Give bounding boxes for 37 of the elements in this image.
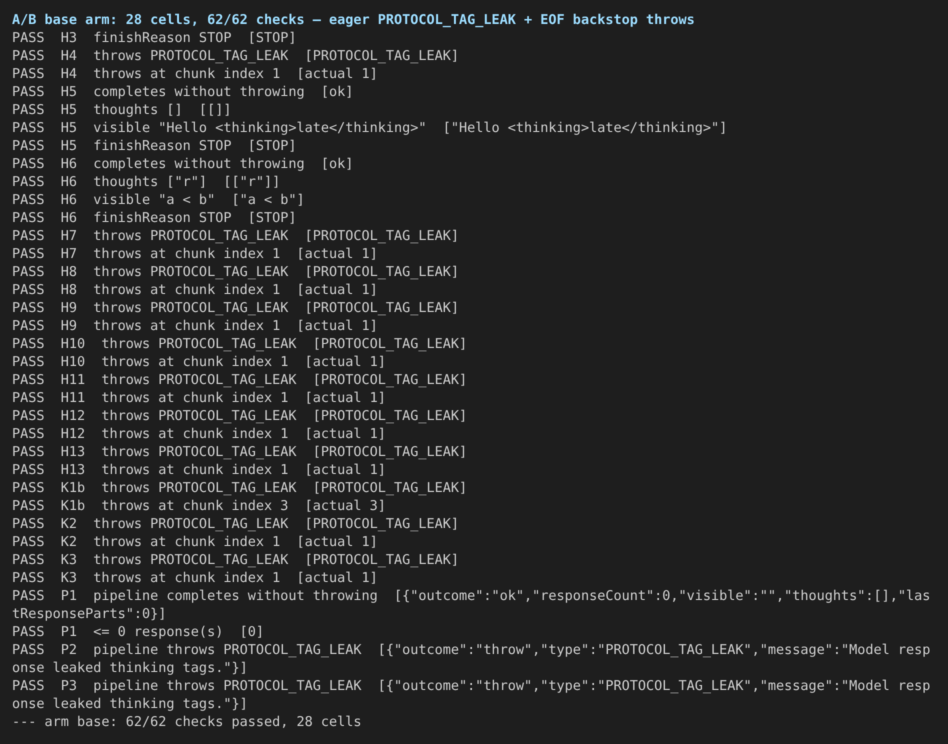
test-result-line: PASS H10 throws PROTOCOL_TAG_LEAK [PROTOCOL_TAG_LEAK] [12, 335, 468, 353]
test-result-line: PASS K2 throws at chunk index 1 [actual 1] [12, 533, 379, 551]
test-result-line: PASS H12 throws PROTOCOL_TAG_LEAK [PROTOCOL_TAG_LEAK] [12, 407, 468, 425]
test-result-line: PASS P1 <= 0 response(s) [0] [12, 623, 265, 641]
test-result-line: PASS H7 throws PROTOCOL_TAG_LEAK [PROTOCOL_TAG_LEAK] [12, 227, 460, 245]
test-result-line: PASS H5 completes without throwing [ok] [12, 83, 354, 101]
test-result-line: PASS H4 throws at chunk index 1 [actual 1] [12, 65, 379, 83]
test-result-line: PASS P2 pipeline throws PROTOCOL_TAG_LEAK [{"outcome":"throw","type":"PROTOCOL_TAG_LEAK","message":"Model response leaked thinking tags."}] [12, 641, 930, 677]
test-result-line: PASS H6 thoughts ["r"] [["r"]] [12, 173, 282, 191]
test-result-line: PASS H10 throws at chunk index 1 [actual 1] [12, 353, 387, 371]
test-result-line: PASS K1b throws PROTOCOL_TAG_LEAK [PROTOCOL_TAG_LEAK] [12, 479, 468, 497]
test-result-line: PASS H4 throws PROTOCOL_TAG_LEAK [PROTOCOL_TAG_LEAK] [12, 47, 460, 65]
test-result-line: PASS H6 finishReason STOP [STOP] [12, 209, 298, 227]
test-result-line: PASS H9 throws at chunk index 1 [actual 1] [12, 317, 379, 335]
summary-line: --- arm base: 62/62 checks passed, 28 cells [12, 713, 362, 731]
test-result-line: PASS H8 throws PROTOCOL_TAG_LEAK [PROTOCOL_TAG_LEAK] [12, 263, 460, 281]
test-result-line: PASS H13 throws PROTOCOL_TAG_LEAK [PROTOCOL_TAG_LEAK] [12, 443, 468, 461]
test-result-line: PASS H5 thoughts [] [[]] [12, 101, 232, 119]
test-result-line: PASS H12 throws at chunk index 1 [actual 1] [12, 425, 387, 443]
test-result-line: PASS H6 visible "a < b" ["a < b"] [12, 191, 306, 209]
test-result-line: PASS H5 finishReason STOP [STOP] [12, 137, 298, 155]
test-result-line: PASS K2 throws PROTOCOL_TAG_LEAK [PROTOCOL_TAG_LEAK] [12, 515, 460, 533]
test-result-line: PASS P1 pipeline completes without throwing [{"outcome":"ok","responseCount":0,"visible":"","thoughts":[],"lastResponseParts":0}] [12, 587, 930, 623]
test-result-line: PASS H6 completes without throwing [ok] [12, 155, 354, 173]
test-result-line: PASS H13 throws at chunk index 1 [actual 1] [12, 461, 387, 479]
test-result-line: PASS K3 throws at chunk index 1 [actual 1] [12, 569, 379, 587]
test-result-line: PASS H9 throws PROTOCOL_TAG_LEAK [PROTOCOL_TAG_LEAK] [12, 299, 460, 317]
test-result-line: PASS H3 finishReason STOP [STOP] [12, 29, 298, 47]
test-result-line: PASS H8 throws at chunk index 1 [actual 1] [12, 281, 379, 299]
test-result-line: PASS H5 visible "Hello <thinking>late</thinking>" ["Hello <thinking>late</thinking>"] [12, 119, 728, 137]
test-result-line: PASS P3 pipeline throws PROTOCOL_TAG_LEAK [{"outcome":"throw","type":"PROTOCOL_TAG_LEAK","message":"Model response leaked thinking tags."}] [12, 677, 930, 713]
test-result-line: PASS K1b throws at chunk index 3 [actual 3] [12, 497, 387, 515]
test-result-line: PASS H7 throws at chunk index 1 [actual 1] [12, 245, 379, 263]
output-heading: A/B base arm: 28 cells, 62/62 checks — eager PROTOCOL_TAG_LEAK + EOF backstop throws [12, 11, 696, 29]
test-result-line: PASS K3 throws PROTOCOL_TAG_LEAK [PROTOCOL_TAG_LEAK] [12, 551, 460, 569]
test-result-line: PASS H11 throws at chunk index 1 [actual 1] [12, 389, 387, 407]
test-result-line: PASS H11 throws PROTOCOL_TAG_LEAK [PROTOCOL_TAG_LEAK] [12, 371, 468, 389]
